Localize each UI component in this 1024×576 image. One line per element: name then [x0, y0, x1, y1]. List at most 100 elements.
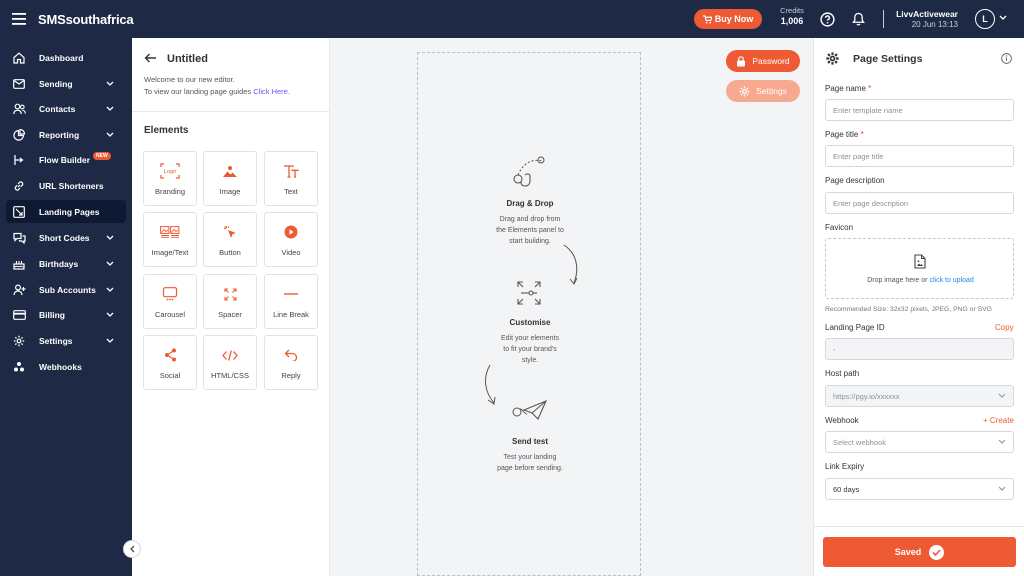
sidebar-item-sending[interactable]: Sending: [6, 72, 126, 95]
step-description: Test your landing page before sending.: [497, 454, 563, 472]
buy-now-button[interactable]: Buy Now: [694, 9, 762, 29]
tile-label: HTML/CSS: [211, 371, 249, 380]
logo-icon: Logo: [160, 163, 180, 179]
users-icon: [12, 102, 26, 116]
text-icon: [283, 163, 299, 179]
editor-intro: Welcome to our new editor. To view our l…: [144, 74, 290, 98]
home-icon: [12, 51, 26, 65]
element-tile-spacer[interactable]: Spacer: [203, 274, 257, 329]
share-icon: [164, 347, 177, 363]
reply-icon: [284, 347, 298, 363]
collapse-sidebar-button[interactable]: [123, 540, 141, 558]
page-name-input[interactable]: Enter template name: [825, 99, 1014, 121]
sidebar-item-reporting[interactable]: Reporting: [6, 123, 126, 146]
sidebar: Dashboard Sending Contacts Reporting Flo…: [0, 38, 132, 576]
password-button[interactable]: Password: [726, 50, 800, 72]
sidebar-item-flow-builder[interactable]: Flow Builder NEW: [6, 148, 126, 171]
chevron-down-icon: [106, 259, 114, 269]
editor-canvas: Drag & Drop Drag and drop from the Eleme…: [331, 38, 813, 576]
back-arrow-icon[interactable]: [144, 50, 157, 68]
tile-label: Social: [159, 371, 181, 380]
copy-link[interactable]: Copy: [995, 323, 1014, 332]
customise-icon: [517, 281, 541, 305]
drop-text: Drop image here or click to upload: [867, 277, 974, 284]
help-icon[interactable]: [818, 10, 836, 28]
saved-label: Saved: [894, 547, 922, 557]
element-tile-branding[interactable]: Logo Branding: [143, 151, 197, 206]
cursor-click-icon: [223, 224, 237, 240]
tile-label: Carousel: [154, 310, 185, 319]
chevron-down-icon: [106, 233, 114, 243]
webhook-select[interactable]: Select webhook: [825, 431, 1014, 453]
upload-link[interactable]: click to upload: [929, 277, 973, 284]
chevron-down-icon: [106, 285, 114, 295]
code-icon: [222, 347, 238, 363]
element-tile-reply[interactable]: Reply: [264, 335, 318, 390]
account-info[interactable]: LivvActivewear 20 Jun 13:13: [888, 9, 958, 29]
element-tile-line-break[interactable]: Line Break: [264, 274, 318, 329]
step-send-test: Send test Test your landing page before …: [418, 437, 642, 474]
chevron-down-icon: [998, 486, 1006, 491]
brand-logo[interactable]: SMSsouthafrica: [38, 12, 134, 27]
element-tile-social[interactable]: Social: [143, 335, 197, 390]
element-tile-carousel[interactable]: Carousel: [143, 274, 197, 329]
sidebar-item-short-codes[interactable]: Short Codes: [6, 226, 126, 249]
element-tile-image[interactable]: Image: [203, 151, 257, 206]
host-path-select[interactable]: https://pgy.io/xxxxxx: [825, 385, 1014, 407]
element-tile-button[interactable]: Button: [203, 212, 257, 267]
play-icon: [284, 224, 298, 240]
sidebar-item-settings[interactable]: Settings: [6, 329, 126, 352]
sidebar-item-contacts[interactable]: Contacts: [6, 97, 126, 120]
settings-button[interactable]: Settings: [726, 80, 800, 102]
info-icon[interactable]: [1001, 53, 1012, 64]
sidebar-item-billing[interactable]: Billing: [6, 303, 126, 326]
page-name-label: Page name *: [825, 84, 872, 93]
lock-icon: [737, 55, 746, 66]
new-badge: NEW: [93, 151, 111, 160]
sidebar-item-sub-accounts[interactable]: Sub Accounts: [6, 278, 126, 301]
bell-icon[interactable]: [849, 10, 867, 28]
gear-icon: [12, 334, 26, 348]
page-title-input[interactable]: Enter page title: [825, 145, 1014, 167]
link-expiry-label: Link Expiry: [825, 462, 865, 471]
credits-label: Credits: [780, 6, 804, 15]
menu-icon[interactable]: [0, 0, 38, 38]
chevron-down-icon: [998, 393, 1006, 398]
sidebar-item-landing-pages[interactable]: Landing Pages: [6, 200, 126, 223]
file-image-icon: [914, 254, 926, 269]
credits-value: 1,006: [780, 16, 804, 26]
link-expiry-select[interactable]: 60 days: [825, 478, 1014, 500]
page-description-input[interactable]: Enter page description: [825, 192, 1014, 214]
guides-link[interactable]: Click Here.: [253, 87, 290, 96]
sidebar-item-label: Sub Accounts: [39, 284, 96, 295]
sidebar-item-url-shorteners[interactable]: URL Shorteners: [6, 174, 126, 197]
chevron-down-icon[interactable]: [999, 14, 1007, 23]
sidebar-item-label: Billing: [39, 309, 65, 320]
divider: [132, 111, 330, 112]
check-icon: [929, 544, 945, 560]
sidebar-item-label: Landing Pages: [39, 206, 100, 217]
create-webhook-link[interactable]: + Create: [983, 416, 1014, 425]
sidebar-item-label: Flow Builder: [39, 154, 90, 165]
sidebar-item-label: Settings: [39, 335, 73, 346]
sidebar-item-dashboard[interactable]: Dashboard: [6, 46, 126, 69]
gear-icon: [826, 52, 839, 65]
credit-card-icon: [12, 308, 26, 322]
sidebar-item-webhooks[interactable]: Webhooks: [6, 355, 126, 378]
element-tile-text[interactable]: Text: [264, 151, 318, 206]
element-tile-image-text[interactable]: Image/Text: [143, 212, 197, 267]
favicon-upload-zone[interactable]: Drop image here or click to upload: [825, 238, 1014, 299]
sidebar-item-birthdays[interactable]: Birthdays: [6, 252, 126, 275]
element-tile-html-css[interactable]: HTML/CSS: [203, 335, 257, 390]
host-path-label: Host path: [825, 369, 860, 378]
saved-button[interactable]: Saved: [823, 537, 1016, 567]
element-tile-video[interactable]: Video: [264, 212, 318, 267]
page-title[interactable]: Untitled: [167, 53, 208, 65]
chevron-down-icon: [106, 336, 114, 346]
drag-drop-icon: [513, 156, 545, 187]
page-preview-dropzone[interactable]: Drag & Drop Drag and drop from the Eleme…: [417, 52, 641, 576]
elements-panel: Untitled Welcome to our new editor. To v…: [132, 38, 330, 576]
tile-label: Button: [219, 248, 241, 257]
avatar[interactable]: L: [975, 9, 995, 29]
tile-label: Image/Text: [151, 248, 189, 257]
